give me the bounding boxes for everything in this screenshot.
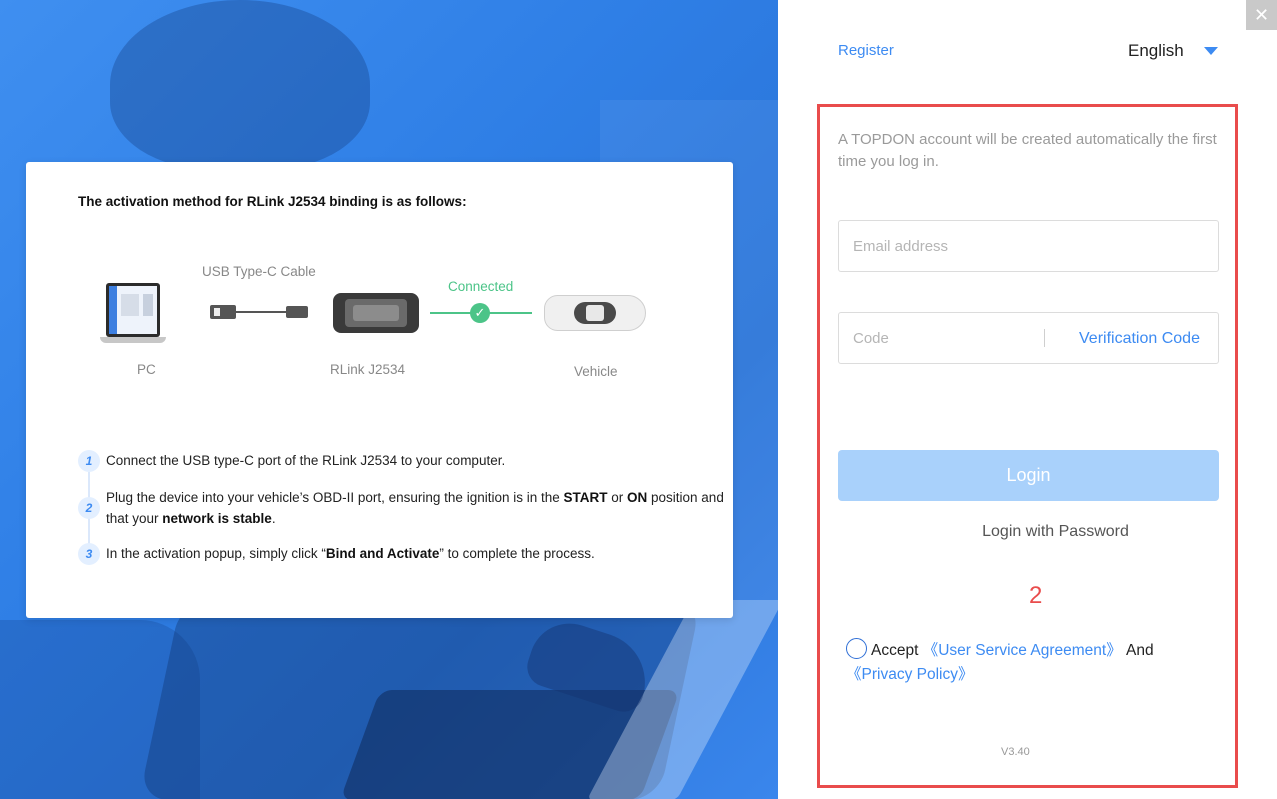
step-2: 2 Plug the device into your vehicle’s OB… — [78, 487, 728, 529]
vehicle-icon — [544, 289, 648, 335]
step-emphasis: ON — [627, 490, 648, 505]
login-with-password-link[interactable]: Login with Password — [838, 523, 1273, 541]
hero-person-silhouette — [110, 0, 370, 170]
activation-steps: 1 Connect the USB type-C port of the RLi… — [78, 450, 728, 565]
step-text: Connect the USB type-C port of the RLink… — [106, 453, 506, 468]
version-label: V3.40 — [1001, 746, 1030, 758]
step-3: 3 In the activation popup, simply click … — [78, 543, 728, 565]
and-label: And — [1126, 642, 1154, 659]
cable-label: USB Type-C Cable — [202, 264, 316, 279]
step-text: . — [271, 511, 276, 526]
step-emphasis: START — [563, 490, 608, 505]
code-field[interactable] — [839, 313, 1039, 363]
code-divider — [1044, 329, 1045, 347]
user-service-agreement-link[interactable]: 《User Service Agreement》 — [923, 642, 1122, 659]
step-text: Plug the device into your vehicle’s OBD-… — [106, 490, 564, 505]
step-emphasis: network is stable — [162, 511, 272, 526]
connected-label: Connected — [448, 279, 514, 294]
privacy-policy-link[interactable]: 《Privacy Policy》 — [846, 666, 973, 683]
step-number: 3 — [78, 543, 100, 565]
step-number: 1 — [78, 450, 100, 472]
pc-laptop-icon — [100, 283, 166, 343]
register-link[interactable]: Register — [838, 42, 894, 59]
step-text: ” to complete the process. — [439, 546, 595, 561]
activation-info-card: The activation method for RLink J2534 bi… — [26, 162, 733, 618]
connection-diagram: USB Type-C Cable Connected ✓ PC RLink J2… — [26, 162, 733, 412]
vehicle-label: Vehicle — [574, 364, 618, 379]
check-icon: ✓ — [470, 303, 490, 323]
step-number: 2 — [78, 497, 100, 519]
caret-down-icon[interactable] — [1204, 47, 1218, 55]
close-icon[interactable]: ✕ — [1246, 0, 1277, 30]
device-label: RLink J2534 — [330, 362, 406, 377]
usb-cable-icon — [210, 304, 310, 320]
step-text: or — [607, 490, 628, 505]
rlink-device-icon — [333, 293, 419, 333]
step-emphasis: Bind and Activate — [325, 546, 440, 561]
pc-label: PC — [137, 362, 156, 377]
email-field[interactable] — [838, 220, 1219, 272]
language-selector[interactable]: English — [1128, 41, 1184, 61]
account-hint: A TOPDON account will be created automat… — [838, 131, 1217, 170]
agreement-row: Accept 《User Service Agreement》 And 《Pri… — [846, 638, 1206, 687]
code-field-wrapper: Verification Code — [838, 312, 1219, 364]
step-1: 1 Connect the USB type-C port of the RLi… — [78, 450, 728, 472]
accept-label: Accept — [871, 642, 919, 659]
radio-unchecked-icon[interactable] — [846, 638, 867, 659]
login-button[interactable]: Login — [838, 450, 1219, 501]
send-verification-code-button[interactable]: Verification Code — [1079, 330, 1200, 348]
annotation-number: 2 — [1029, 582, 1043, 609]
step-text: In the activation popup, simply click “ — [106, 546, 326, 561]
